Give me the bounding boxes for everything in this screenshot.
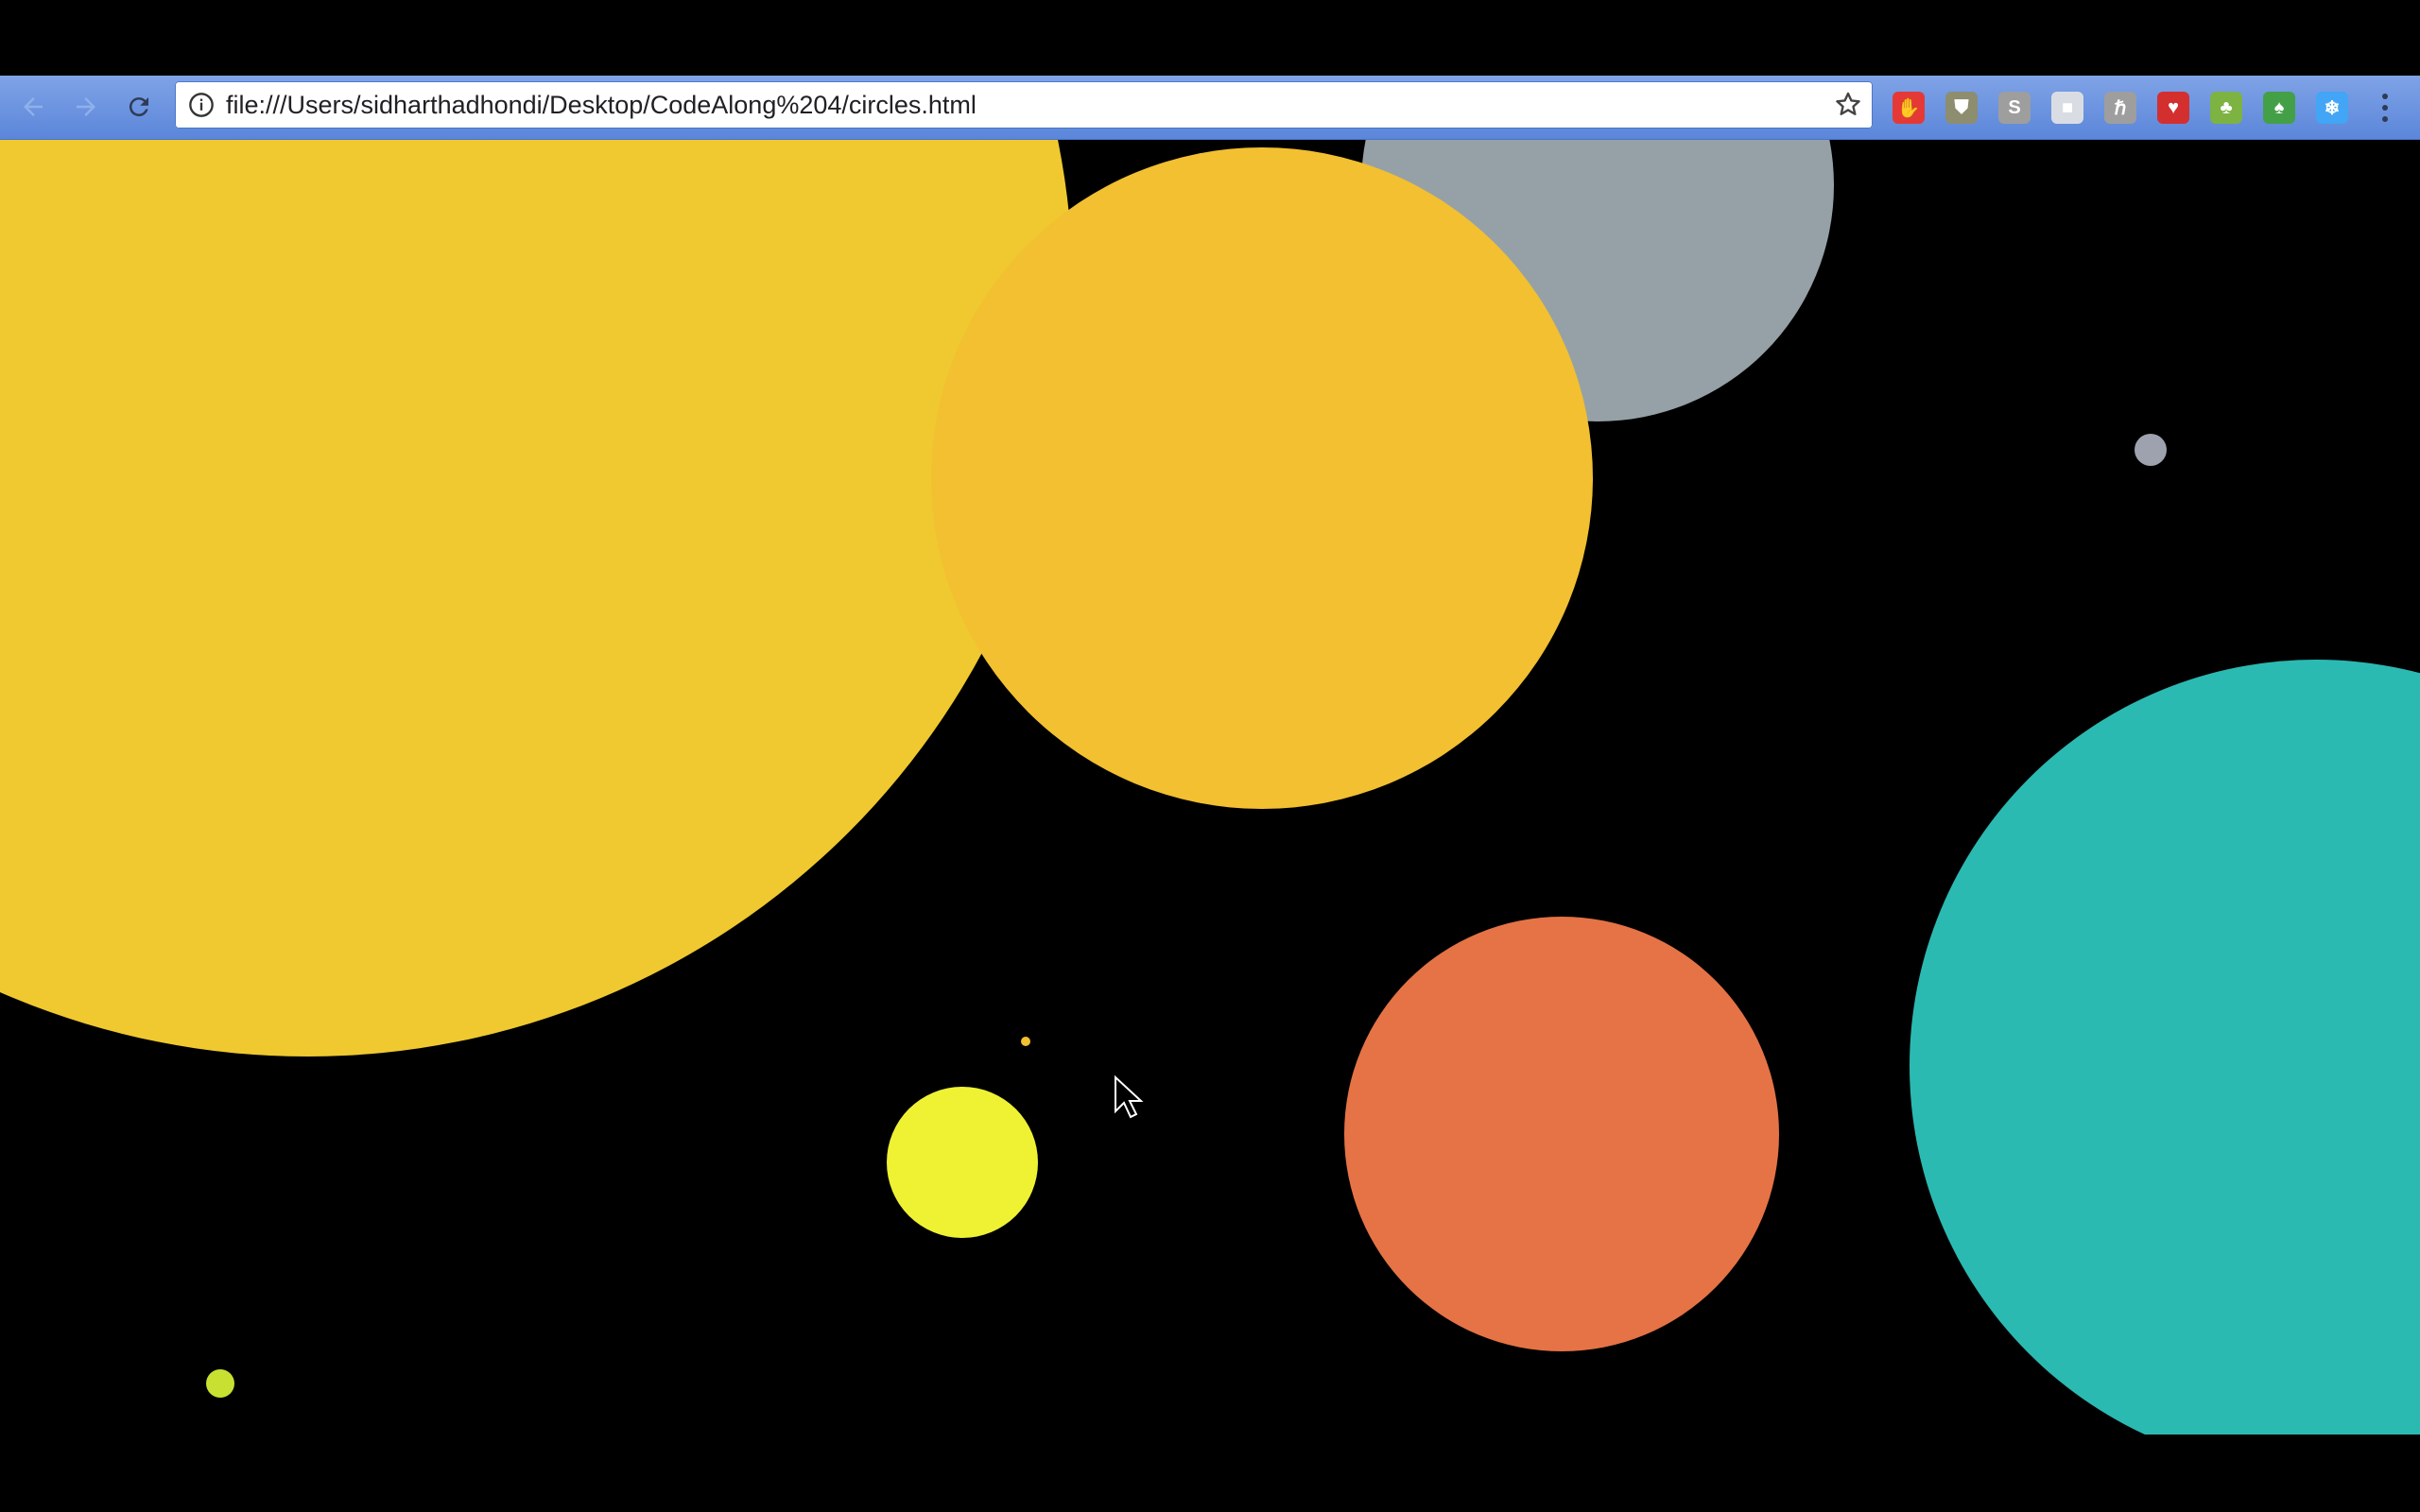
- sprout-extension-icon[interactable]: ♣: [2210, 92, 2242, 124]
- skype-extension-icon[interactable]: S: [1998, 92, 2031, 124]
- red-shield-extension-icon[interactable]: ♥: [2157, 92, 2189, 124]
- back-icon[interactable]: [15, 89, 51, 125]
- orange-circle: [1344, 917, 1779, 1351]
- tiny-yellow-dot: [1021, 1037, 1030, 1046]
- reload-icon[interactable]: [121, 89, 157, 125]
- bright-yellow-circle: [887, 1087, 1038, 1238]
- orange-yellow-circle: [931, 147, 1593, 809]
- large-yellow-circle: [0, 140, 1073, 1057]
- snowflake-extension-icon[interactable]: ❄: [2316, 92, 2348, 124]
- shield-extension-icon[interactable]: ⛊: [1945, 92, 1978, 124]
- teal-circle: [1910, 660, 2420, 1435]
- bookmark-star-icon[interactable]: [1833, 90, 1863, 120]
- small-gray-dot: [2135, 434, 2167, 466]
- address-bar[interactable]: file:///Users/sidharthadhondi/Desktop/Co…: [175, 81, 1873, 129]
- browser-toolbar: file:///Users/sidharthadhondi/Desktop/Co…: [0, 76, 2420, 141]
- forward-icon[interactable]: [68, 89, 104, 125]
- h-extension-icon[interactable]: ℏ: [2104, 92, 2136, 124]
- bottom-letterbox: [0, 1435, 2420, 1512]
- circles-canvas[interactable]: [0, 140, 2420, 1435]
- mouse-cursor-icon: [1115, 1074, 1144, 1119]
- tree-extension-icon[interactable]: ♠: [2263, 92, 2295, 124]
- adblock-extension-icon[interactable]: ✋: [1893, 92, 1925, 124]
- small-lime-dot: [206, 1369, 234, 1398]
- info-icon[interactable]: [188, 92, 215, 118]
- menu-dots-icon[interactable]: [2373, 91, 2397, 125]
- cube-extension-icon[interactable]: ■: [2051, 92, 2083, 124]
- screen: file:///Users/sidharthadhondi/Desktop/Co…: [0, 0, 2420, 1512]
- url-text[interactable]: file:///Users/sidharthadhondi/Desktop/Co…: [226, 81, 977, 129]
